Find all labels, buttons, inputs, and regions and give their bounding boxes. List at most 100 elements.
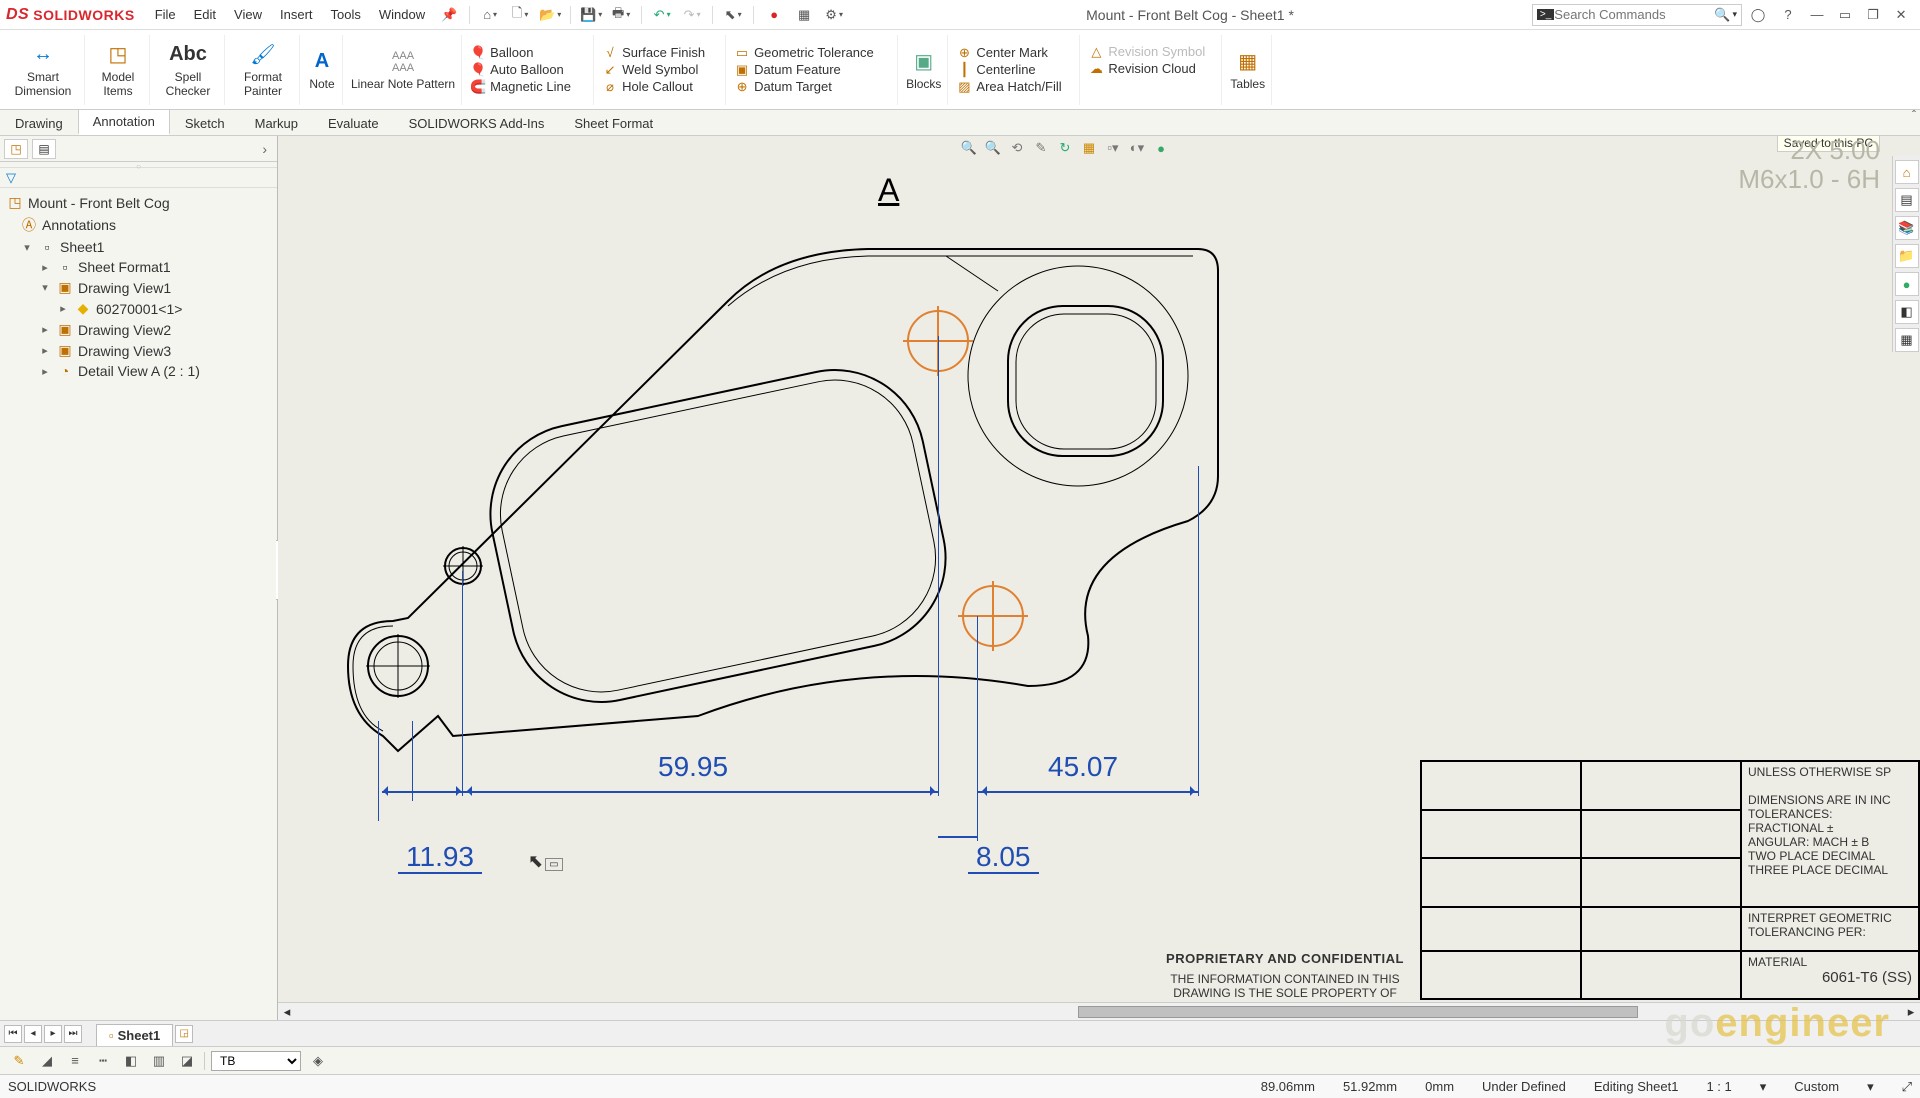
- weld-symbol-button[interactable]: ↙Weld Symbol: [602, 62, 698, 78]
- datum-target-button[interactable]: ⊕Datum Target: [734, 79, 832, 95]
- tree-root[interactable]: ◳Mount - Front Belt Cog: [2, 192, 275, 213]
- tree-drawing-view3[interactable]: ▸▣Drawing View3: [2, 340, 275, 361]
- blocks-button[interactable]: ▣ Blocks: [900, 35, 948, 105]
- scrollbar-thumb[interactable]: [1078, 1006, 1638, 1018]
- menu-insert[interactable]: Insert: [272, 5, 321, 24]
- menu-view[interactable]: View: [226, 5, 270, 24]
- design-library-icon[interactable]: 📚: [1895, 216, 1919, 240]
- redo-button[interactable]: ↷: [678, 4, 706, 26]
- tab-sheet-format[interactable]: Sheet Format: [559, 111, 668, 135]
- dimension-2[interactable]: 59.95: [658, 751, 728, 783]
- color-display-icon[interactable]: ▥: [148, 1051, 170, 1071]
- revision-symbol-button[interactable]: △Revision Symbol: [1088, 44, 1205, 60]
- restore-button[interactable]: ❐: [1860, 4, 1886, 26]
- add-sheet-button[interactable]: ◲: [175, 1025, 193, 1043]
- tree-sheet-format[interactable]: ▸▫Sheet Format1: [2, 257, 275, 277]
- note-button[interactable]: A Note: [302, 35, 343, 105]
- rebuild-button[interactable]: ●: [760, 4, 788, 26]
- hide-show-edge-icon[interactable]: ◧: [120, 1051, 142, 1071]
- help-icon[interactable]: ?: [1774, 4, 1802, 26]
- line-style-icon[interactable]: ┅: [92, 1051, 114, 1071]
- hole-callout-button[interactable]: ⌀Hole Callout: [602, 79, 693, 95]
- tab-annotation[interactable]: Annotation: [78, 109, 170, 135]
- search-commands[interactable]: >_ 🔍 ▾: [1532, 4, 1742, 26]
- 3d-view-icon[interactable]: ●: [1150, 137, 1172, 159]
- datum-feature-button[interactable]: ▣Datum Feature: [734, 62, 841, 78]
- filter-icon[interactable]: ▽: [6, 170, 16, 186]
- collapse-ribbon-icon[interactable]: ˆ: [1912, 108, 1916, 122]
- linear-note-pattern-button[interactable]: AAAAAA Linear Note Pattern: [345, 35, 462, 105]
- tab-evaluate[interactable]: Evaluate: [313, 111, 394, 135]
- resources-tab-icon[interactable]: ▤: [1895, 188, 1919, 212]
- revision-cloud-button[interactable]: ☁Revision Cloud: [1088, 61, 1195, 77]
- model-items-button[interactable]: ◳ Model Items: [87, 35, 150, 105]
- search-input[interactable]: [1554, 7, 1714, 22]
- layer-visibility-icon[interactable]: ◈: [307, 1051, 329, 1071]
- tab-sketch[interactable]: Sketch: [170, 111, 240, 135]
- appearances-icon[interactable]: ◧: [1895, 300, 1919, 324]
- smart-dimension-button[interactable]: ↔ Smart Dimension: [2, 35, 85, 105]
- tab-addins[interactable]: SOLIDWORKS Add-Ins: [394, 111, 560, 135]
- close-button[interactable]: ✕: [1888, 4, 1914, 26]
- line-format-icon[interactable]: ✎: [8, 1051, 30, 1071]
- tab-markup[interactable]: Markup: [240, 111, 313, 135]
- surface-finish-button[interactable]: √Surface Finish: [602, 45, 705, 61]
- status-dropdown-icon[interactable]: ▾: [1867, 1079, 1874, 1095]
- dimension-3[interactable]: 8.05: [968, 841, 1039, 873]
- hide-show-icon[interactable]: ▦: [1078, 137, 1100, 159]
- menu-window[interactable]: Window: [371, 5, 433, 24]
- feature-tree-tab[interactable]: ◳: [4, 139, 28, 159]
- auto-balloon-button[interactable]: 🎈Auto Balloon: [470, 62, 564, 78]
- zoom-fit-icon[interactable]: 🔍: [958, 137, 980, 159]
- options-button[interactable]: ⚙: [820, 4, 848, 26]
- expand-panel-icon[interactable]: ›: [262, 141, 273, 157]
- undo-button[interactable]: ↶: [648, 4, 676, 26]
- status-lock-icon[interactable]: ▾: [1760, 1079, 1767, 1095]
- view-palette-icon[interactable]: ●: [1895, 272, 1919, 296]
- centerline-button[interactable]: ┃Centerline: [956, 62, 1035, 78]
- line-thickness-icon[interactable]: ≡: [64, 1051, 86, 1071]
- magnetic-line-button[interactable]: 🧲Magnetic Line: [470, 79, 571, 95]
- tree-part-ref[interactable]: ▸◆60270001<1>: [2, 298, 275, 319]
- section-view-icon[interactable]: ✎: [1030, 137, 1052, 159]
- pin-icon[interactable]: 📌: [435, 4, 463, 26]
- prev-sheet-button[interactable]: ◂: [24, 1025, 42, 1043]
- first-sheet-button[interactable]: ⏮: [4, 1025, 22, 1043]
- select-button[interactable]: ⬉: [719, 4, 747, 26]
- tree-annotations[interactable]: ⒶAnnotations: [2, 213, 275, 237]
- spell-checker-button[interactable]: Abc Spell Checker: [152, 35, 225, 105]
- open-button[interactable]: 📂: [536, 4, 564, 26]
- last-sheet-button[interactable]: ⏭: [64, 1025, 82, 1043]
- tables-button[interactable]: ▦ Tables: [1224, 35, 1272, 105]
- menu-edit[interactable]: Edit: [186, 5, 224, 24]
- view-setting-icon[interactable]: ◐▾: [1126, 137, 1148, 159]
- layer-props-icon[interactable]: ◪: [176, 1051, 198, 1071]
- minimize-button[interactable]: —: [1804, 4, 1830, 26]
- tree-drawing-view2[interactable]: ▸▣Drawing View2: [2, 319, 275, 340]
- tree-sheet[interactable]: ▾▫Sheet1: [2, 237, 275, 257]
- file-explorer-icon[interactable]: 📁: [1895, 244, 1919, 268]
- status-scale[interactable]: 1 : 1: [1706, 1079, 1731, 1095]
- search-icon[interactable]: 🔍: [1714, 7, 1730, 23]
- status-units[interactable]: Custom: [1794, 1079, 1839, 1095]
- tree-drawing-view1[interactable]: ▾▣Drawing View1: [2, 277, 275, 298]
- next-sheet-button[interactable]: ▸: [44, 1025, 62, 1043]
- layer-select[interactable]: TB: [211, 1051, 301, 1071]
- sheet1-tab[interactable]: ▫Sheet1: [96, 1024, 173, 1046]
- drawing-canvas[interactable]: Saved to this PC 2X 5.00 M6x1.0 - 6H 🔍 🔍…: [278, 136, 1920, 1020]
- menu-file[interactable]: File: [147, 5, 184, 24]
- custom-props-icon[interactable]: ▦: [1895, 328, 1919, 352]
- dimension-4[interactable]: 45.07: [1048, 751, 1118, 783]
- display-style-icon[interactable]: ↻: [1054, 137, 1076, 159]
- format-painter-button[interactable]: 🖌 Format Painter: [227, 35, 300, 105]
- home-button[interactable]: ⌂: [476, 4, 504, 26]
- geometric-tolerance-button[interactable]: ▭Geometric Tolerance: [734, 45, 874, 61]
- detail-label-a[interactable]: A: [878, 172, 899, 209]
- grid-button[interactable]: ▦: [790, 4, 818, 26]
- menu-tools[interactable]: Tools: [323, 5, 369, 24]
- center-mark-button[interactable]: ⊕Center Mark: [956, 45, 1048, 61]
- tab-drawing[interactable]: Drawing: [0, 111, 78, 135]
- dimension-1[interactable]: 11.93: [398, 841, 482, 873]
- print-button[interactable]: 🖶: [607, 4, 635, 26]
- zoom-area-icon[interactable]: 🔍: [982, 137, 1004, 159]
